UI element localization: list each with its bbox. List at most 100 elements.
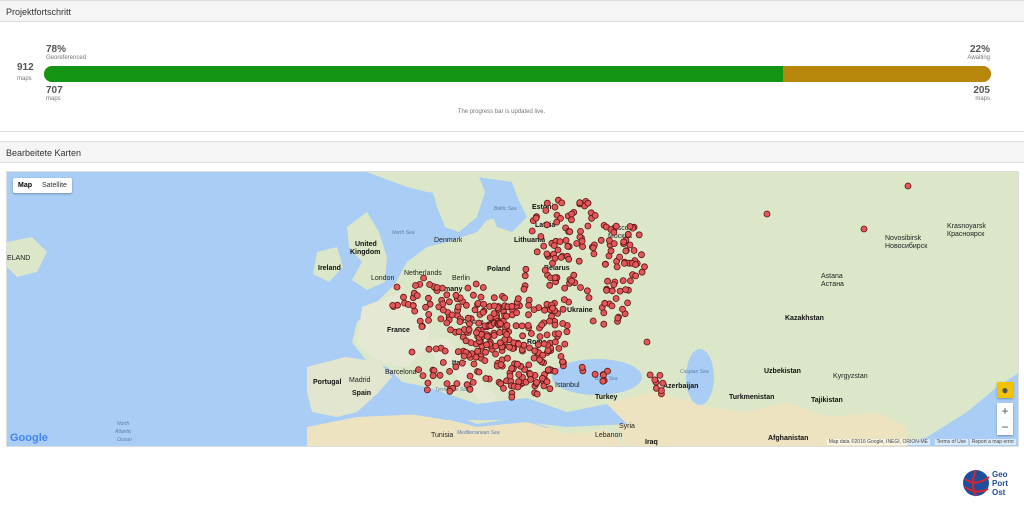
map-marker[interactable] [585, 294, 593, 302]
map-marker[interactable] [452, 291, 460, 299]
map-marker[interactable] [557, 254, 565, 261]
map-marker[interactable] [497, 361, 505, 369]
map-marker[interactable] [619, 277, 627, 284]
map-marker[interactable] [483, 341, 491, 349]
map-marker[interactable] [525, 361, 533, 369]
map-marker[interactable] [536, 333, 544, 341]
map-marker[interactable] [503, 321, 511, 329]
map-marker[interactable] [514, 295, 522, 303]
map-marker[interactable] [477, 293, 485, 301]
map-marker[interactable] [424, 294, 432, 302]
map-marker[interactable] [469, 378, 477, 386]
map-marker[interactable] [422, 303, 430, 311]
map-marker[interactable] [472, 329, 480, 337]
pegman-icon[interactable]: ● [997, 382, 1013, 398]
map-marker[interactable] [530, 354, 538, 362]
map-marker[interactable] [500, 384, 507, 392]
map-marker[interactable] [439, 300, 447, 308]
map-marker[interactable] [543, 199, 551, 207]
map-marker[interactable] [503, 312, 510, 320]
map-marker[interactable] [426, 281, 434, 288]
map-marker[interactable] [389, 301, 397, 309]
map-marker[interactable] [546, 281, 554, 289]
map-marker[interactable] [462, 337, 470, 345]
map-marker[interactable] [490, 310, 498, 317]
map-marker[interactable] [425, 316, 432, 324]
map-marker[interactable] [563, 328, 571, 336]
map-marker[interactable] [564, 242, 572, 250]
map-marker[interactable] [860, 225, 868, 233]
map-marker[interactable] [423, 386, 431, 394]
map-marker[interactable] [561, 284, 569, 292]
map-marker[interactable] [651, 376, 659, 384]
map-marker[interactable] [460, 352, 468, 360]
map-marker[interactable] [528, 330, 535, 337]
map-marker[interactable] [533, 248, 541, 256]
map-marker[interactable] [591, 370, 599, 378]
map-marker[interactable] [552, 338, 559, 346]
map-marker[interactable] [409, 302, 417, 310]
map-marker[interactable] [490, 302, 498, 310]
map-marker[interactable] [614, 314, 622, 322]
map-marker[interactable] [533, 390, 541, 398]
map-marker[interactable] [520, 285, 528, 293]
map-marker[interactable] [528, 227, 536, 235]
map-marker[interactable] [472, 353, 480, 361]
map-marker[interactable] [470, 360, 478, 368]
map-marker[interactable] [544, 366, 552, 374]
map-marker[interactable] [635, 231, 643, 239]
map-marker[interactable] [589, 244, 597, 252]
map-marker[interactable] [616, 287, 624, 295]
map-marker[interactable] [393, 283, 401, 291]
map-canvas[interactable]: North Sea Baltic Sea Black Sea Caspian S… [7, 172, 1019, 447]
map-marker[interactable] [521, 272, 529, 280]
map-marker[interactable] [619, 305, 626, 313]
map-marker[interactable] [439, 306, 447, 314]
report-error-link[interactable]: Report a map error [969, 439, 1016, 445]
map-marker[interactable] [540, 242, 548, 250]
map-marker[interactable] [591, 212, 599, 219]
map-marker[interactable] [530, 306, 538, 314]
map-marker[interactable] [570, 271, 578, 279]
map-marker[interactable] [474, 299, 482, 307]
map-marker[interactable] [542, 207, 550, 214]
map-marker[interactable] [559, 305, 567, 313]
map-view[interactable]: North Sea Baltic Sea Black Sea Caspian S… [6, 171, 1019, 447]
map-marker[interactable] [578, 363, 586, 371]
map-marker[interactable] [532, 214, 540, 222]
map-marker[interactable] [475, 319, 483, 327]
map-marker[interactable] [454, 303, 462, 311]
map-marker[interactable] [503, 331, 511, 338]
terms-link[interactable]: Terms of Use [934, 439, 968, 445]
map-marker[interactable] [549, 304, 556, 312]
map-marker[interactable] [504, 354, 511, 362]
map-marker[interactable] [536, 356, 543, 364]
map-marker[interactable] [550, 242, 558, 249]
map-marker[interactable] [474, 347, 482, 355]
map-type-control[interactable]: Map Satellite [13, 178, 72, 193]
map-marker[interactable] [610, 229, 618, 236]
map-marker[interactable] [482, 375, 490, 382]
map-marker[interactable] [522, 265, 530, 273]
map-marker[interactable] [543, 250, 551, 258]
map-marker[interactable] [577, 284, 584, 291]
map-marker[interactable] [466, 372, 474, 380]
map-marker[interactable] [479, 284, 487, 291]
map-marker[interactable] [551, 203, 559, 211]
map-marker[interactable] [620, 238, 628, 246]
map-marker[interactable] [520, 341, 528, 349]
map-marker[interactable] [425, 345, 433, 353]
map-marker[interactable] [578, 237, 586, 245]
map-marker[interactable] [531, 347, 539, 355]
map-marker[interactable] [456, 318, 464, 326]
map-marker[interactable] [632, 261, 640, 268]
map-marker[interactable] [575, 257, 583, 265]
map-marker[interactable] [436, 371, 444, 379]
map-marker[interactable] [626, 223, 634, 230]
map-marker[interactable] [508, 302, 516, 310]
map-marker[interactable] [540, 340, 548, 348]
map-marker[interactable] [646, 371, 654, 379]
map-marker[interactable] [420, 274, 428, 282]
map-marker[interactable] [535, 341, 542, 349]
map-marker[interactable] [524, 321, 532, 329]
